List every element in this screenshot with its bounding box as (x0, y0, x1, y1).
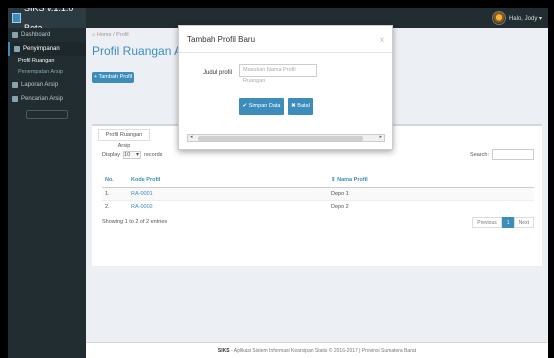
add-profile-modal: Tambah Profil Baru x Judul profil Masuka… (178, 25, 393, 150)
scroll-left-icon[interactable]: ◂ (190, 134, 193, 140)
close-icon[interactable]: x (380, 35, 384, 44)
app-window: SIKS v.1.1.0 Beta Halo, Jody ▾ Dashboard… (8, 8, 548, 358)
scroll-right-icon[interactable]: ▸ (379, 134, 382, 140)
horizontal-scrollbar[interactable]: ◂ ▸ (187, 134, 385, 142)
save-button[interactable]: ✔ Simpan Data (239, 98, 284, 115)
modal-title: Tambah Profil Baru (187, 35, 256, 44)
profile-title-label: Judul profil (203, 70, 233, 76)
cancel-button[interactable]: ✖ Batal (288, 98, 313, 115)
modal-divider (179, 52, 392, 53)
profile-title-input[interactable]: Masukan Nama Profil Ruangan (239, 64, 317, 84)
scrollbar-thumb[interactable] (198, 136, 363, 141)
